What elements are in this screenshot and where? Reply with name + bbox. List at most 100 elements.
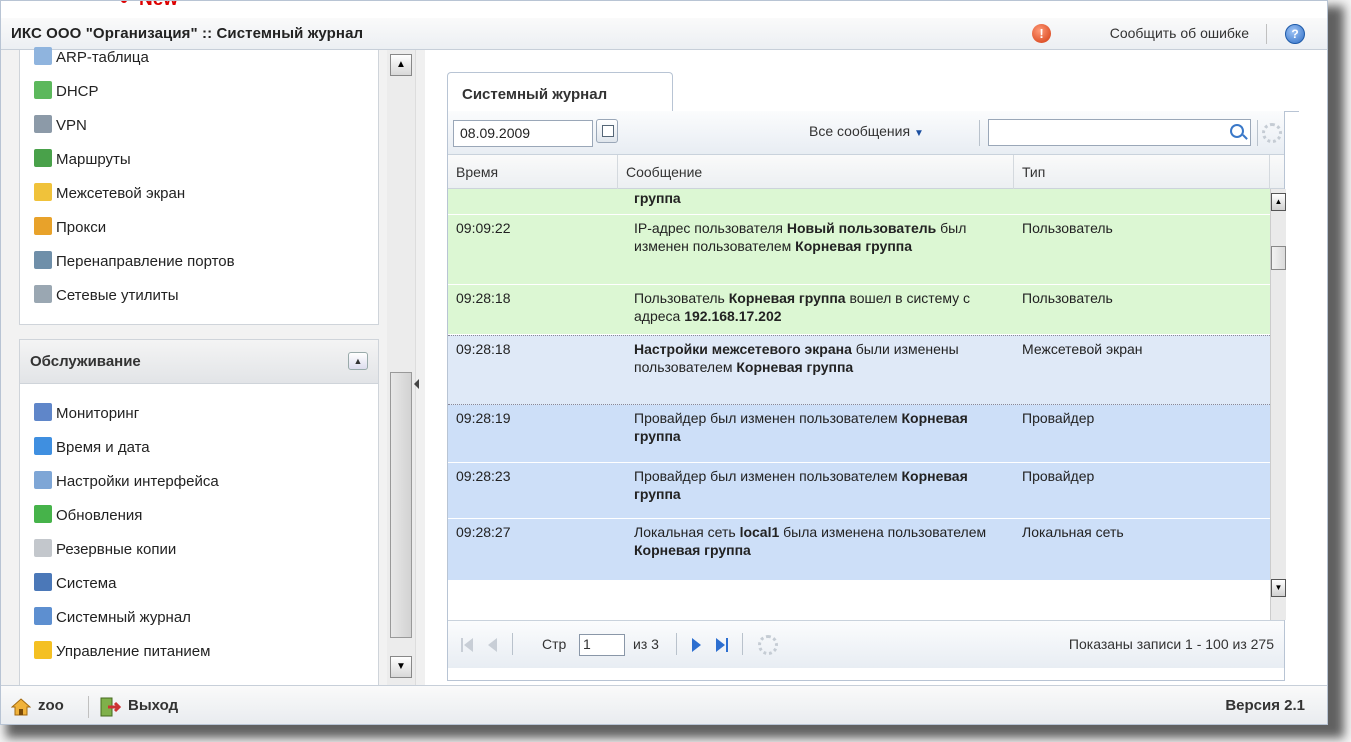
grid-scrollbar[interactable]: ▲ ▼ — [1270, 189, 1286, 620]
panel-splitter[interactable] — [415, 50, 425, 685]
tab-system-log[interactable]: Системный журнал — [447, 72, 673, 112]
message-filter-dropdown[interactable]: Все сообщения ▼ — [809, 123, 924, 139]
prev-page-icon[interactable] — [488, 638, 497, 652]
last-page-bar — [726, 638, 728, 652]
collapse-button[interactable]: ▲ — [348, 352, 368, 370]
column-headers: Время Сообщение Тип — [448, 155, 1284, 189]
sidebar-item-net-0[interactable]: ARP-таблица — [34, 44, 149, 72]
scroll-thumb[interactable] — [390, 372, 412, 638]
column-header-type[interactable]: Тип — [1014, 155, 1270, 189]
scroll-down-button[interactable]: ▼ — [1271, 579, 1286, 597]
cell-message: Провайдер был изменен пользователем Корн… — [634, 410, 968, 444]
maintenance-panel: Обслуживание ▲ Мониторинг Время и дата Нас… — [19, 339, 379, 699]
cell-time: 09:28:18 — [456, 290, 511, 306]
date-field[interactable]: 08.09.2009 — [453, 120, 593, 147]
page-number-input[interactable]: 1 — [579, 634, 625, 656]
scroll-up-button[interactable]: ▲ — [1271, 193, 1286, 211]
main-area: Системный журнал 08.09.2009 Все сообщени… — [429, 50, 1327, 685]
sidebar-item-net-1[interactable]: DHCP — [34, 78, 99, 106]
version-label: Версия 2.1 — [1225, 697, 1305, 714]
cell-time: 09:28:23 — [456, 468, 511, 484]
scroll-thumb[interactable] — [1271, 246, 1286, 270]
table-row[interactable]: 09:28:19 Провайдер был изменен пользовате… — [448, 405, 1270, 463]
table-row[interactable]: 09:09:22 IP-адрес пользователя Новый поль… — [448, 215, 1270, 285]
cell-type: Провайдер — [1022, 468, 1095, 484]
collapse-arrow-icon[interactable] — [414, 379, 419, 389]
records-summary: Показаны записи 1 - 100 из 275 — [1068, 636, 1274, 652]
tab-strip: Системный журнал — [447, 72, 1299, 112]
cell-type — [1014, 189, 1270, 193]
home-icon[interactable] — [11, 698, 31, 716]
refresh-icon[interactable] — [1262, 123, 1282, 143]
sidebar-item-maint-0[interactable]: Мониторинг — [34, 400, 139, 428]
monitor-icon — [34, 573, 52, 591]
logout-icon[interactable] — [99, 696, 121, 718]
page-total-label: из 3 — [633, 636, 659, 652]
sidebar: ARP-таблица DHCP VPN Маршруты Межсетевой экр… — [1, 47, 425, 699]
column-header-time[interactable]: Время — [448, 155, 618, 189]
scroll-down-button[interactable]: ▼ — [390, 656, 412, 678]
vpn-icon — [34, 115, 52, 133]
table-row[interactable]: 09:28:23 Провайдер был изменен пользовате… — [448, 463, 1270, 519]
sidebar-item-label: Сетевые утилиты — [56, 287, 179, 304]
sidebar-item-maint-4[interactable]: Резервные копии — [34, 536, 176, 564]
sidebar-item-net-4[interactable]: Межсетевой экран — [34, 180, 185, 208]
cell-type: Пользователь — [1022, 290, 1113, 306]
sidebar-item-net-2[interactable]: VPN — [34, 112, 87, 140]
table-row[interactable]: 09:28:27 Локальная сеть local1 была измен… — [448, 519, 1270, 581]
last-page-icon[interactable] — [716, 638, 725, 652]
column-header-message[interactable]: Сообщение — [618, 155, 1014, 189]
new-badge: New — [121, 1, 178, 11]
divider — [979, 120, 980, 146]
sidebar-item-label: Обновления — [56, 507, 143, 524]
sidebar-item-label: Маршруты — [56, 151, 131, 168]
scroll-up-button[interactable]: ▲ — [390, 54, 412, 76]
sidebar-item-maint-5[interactable]: Система — [34, 570, 116, 598]
next-page-icon[interactable] — [692, 638, 701, 652]
sidebar-item-maint-2[interactable]: Настройки интерфейса — [34, 468, 219, 496]
sidebar-item-net-5[interactable]: Прокси — [34, 214, 106, 242]
divider — [88, 696, 89, 718]
logout-link[interactable]: Выход — [128, 697, 178, 714]
log-grid: 08.09.2009 Все сообщения ▼ Время Сообщени… — [447, 111, 1286, 681]
clock-icon — [34, 437, 52, 455]
cell-type: Межсетевой экран — [1022, 341, 1143, 357]
table-row[interactable]: 09:28:18 Пользователь Корневая группа вош… — [448, 285, 1270, 335]
chart-icon — [34, 403, 52, 421]
filter-label: Все сообщения — [809, 123, 911, 139]
calendar-icon[interactable] — [596, 119, 618, 143]
alert-icon[interactable]: ! — [1032, 24, 1051, 43]
network-panel: ARP-таблица DHCP VPN Маршруты Межсетевой экр… — [19, 47, 379, 325]
table-row[interactable]: 09:28:18 Настройки межсетевого экрана был… — [448, 335, 1270, 405]
interface-icon — [34, 471, 52, 489]
sidebar-item-maint-3[interactable]: Обновления — [34, 502, 142, 530]
report-error-link[interactable]: Сообщить об ошибке — [1110, 25, 1249, 41]
maintenance-panel-header[interactable]: Обслуживание ▲ — [20, 340, 378, 384]
sidebar-item-maint-7[interactable]: Управление питанием — [34, 638, 210, 666]
sidebar-item-label: Управление питанием — [56, 643, 211, 660]
sidebar-item-label: Настройки интерфейса — [56, 473, 219, 490]
cell-time: 09:28:19 — [456, 410, 511, 426]
table-row[interactable]: группа — [448, 189, 1270, 215]
sidebar-item-net-7[interactable]: Сетевые утилиты — [34, 282, 179, 310]
sidebar-item-maint-6[interactable]: Системный журнал — [34, 604, 191, 632]
sidebar-item-maint-1[interactable]: Время и дата — [34, 434, 150, 462]
footer-bar: zoo Выход Версия 2.1 — [1, 685, 1327, 724]
backup-icon — [34, 539, 52, 557]
current-user[interactable]: zoo — [38, 697, 64, 714]
refresh-icon[interactable] — [758, 635, 778, 655]
first-page-icon[interactable] — [464, 638, 473, 652]
sidebar-scrollbar[interactable]: ▲ ▼ — [387, 50, 415, 685]
divider — [676, 633, 677, 655]
shield-icon — [34, 183, 52, 201]
sidebar-item-net-6[interactable]: Перенаправление портов — [34, 248, 235, 276]
cell-message: Провайдер был изменен пользователем Корн… — [634, 468, 968, 502]
search-input[interactable] — [988, 119, 1251, 146]
help-icon[interactable]: ? — [1285, 24, 1305, 44]
cell-message: Настройки межсетевого экрана были измене… — [634, 341, 959, 375]
search-icon[interactable] — [1230, 124, 1244, 138]
sidebar-item-net-3[interactable]: Маршруты — [34, 146, 131, 174]
sidebar-item-label: Межсетевой экран — [56, 185, 186, 202]
sidebar-item-label: Прокси — [56, 219, 107, 236]
cell-time — [448, 189, 618, 193]
